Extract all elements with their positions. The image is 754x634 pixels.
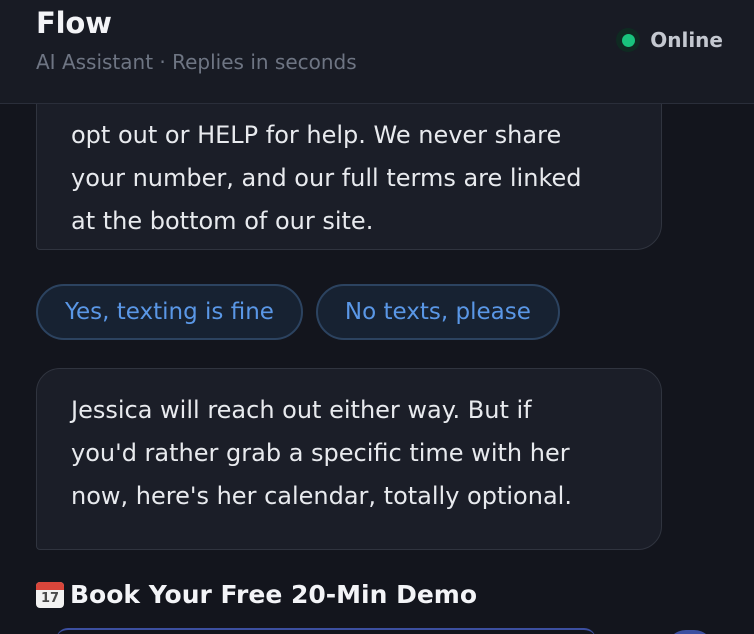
online-dot-icon: [616, 28, 641, 52]
calendar-icon: 17: [36, 581, 64, 608]
message-list[interactable]: opt out or HELP for help. We never share…: [0, 104, 754, 634]
assistant-message: opt out or HELP for help. We never share…: [36, 104, 662, 250]
chat-app: Flow AI Assistant · Replies in seconds O…: [0, 0, 754, 634]
quick-reply-yes-texting[interactable]: Yes, texting is fine: [36, 284, 303, 340]
message-line: opt out or HELP for help. We never share: [71, 121, 562, 149]
message-line: at the bottom of our site.: [71, 207, 374, 235]
calendar-icon-number: 17: [40, 590, 60, 606]
assistant-subtitle: AI Assistant · Replies in seconds: [36, 50, 357, 74]
demo-heading: 17 Book Your Free 20-Min Demo: [36, 580, 477, 609]
status-indicator: Online: [616, 28, 723, 52]
demo-title: Book Your Free 20-Min Demo: [70, 580, 478, 609]
message-line: you'd rather grab a specific time with h…: [71, 439, 570, 467]
calendar-widget-peek: [56, 628, 596, 634]
quick-replies: Yes, texting is fine No texts, please: [36, 284, 560, 340]
scroll-button-peek[interactable]: [666, 630, 714, 634]
assistant-message: Jessica will reach out either way. But i…: [36, 368, 662, 550]
quick-reply-no-texts[interactable]: No texts, please: [315, 284, 560, 340]
message-line: now, here's her calendar, totally option…: [71, 482, 572, 510]
assistant-name: Flow: [36, 6, 112, 40]
chat-header: Flow AI Assistant · Replies in seconds O…: [0, 0, 754, 104]
status-label: Online: [650, 28, 723, 52]
message-line: Jessica will reach out either way. But i…: [71, 396, 532, 424]
message-line: your number, and our full terms are link…: [71, 164, 582, 192]
